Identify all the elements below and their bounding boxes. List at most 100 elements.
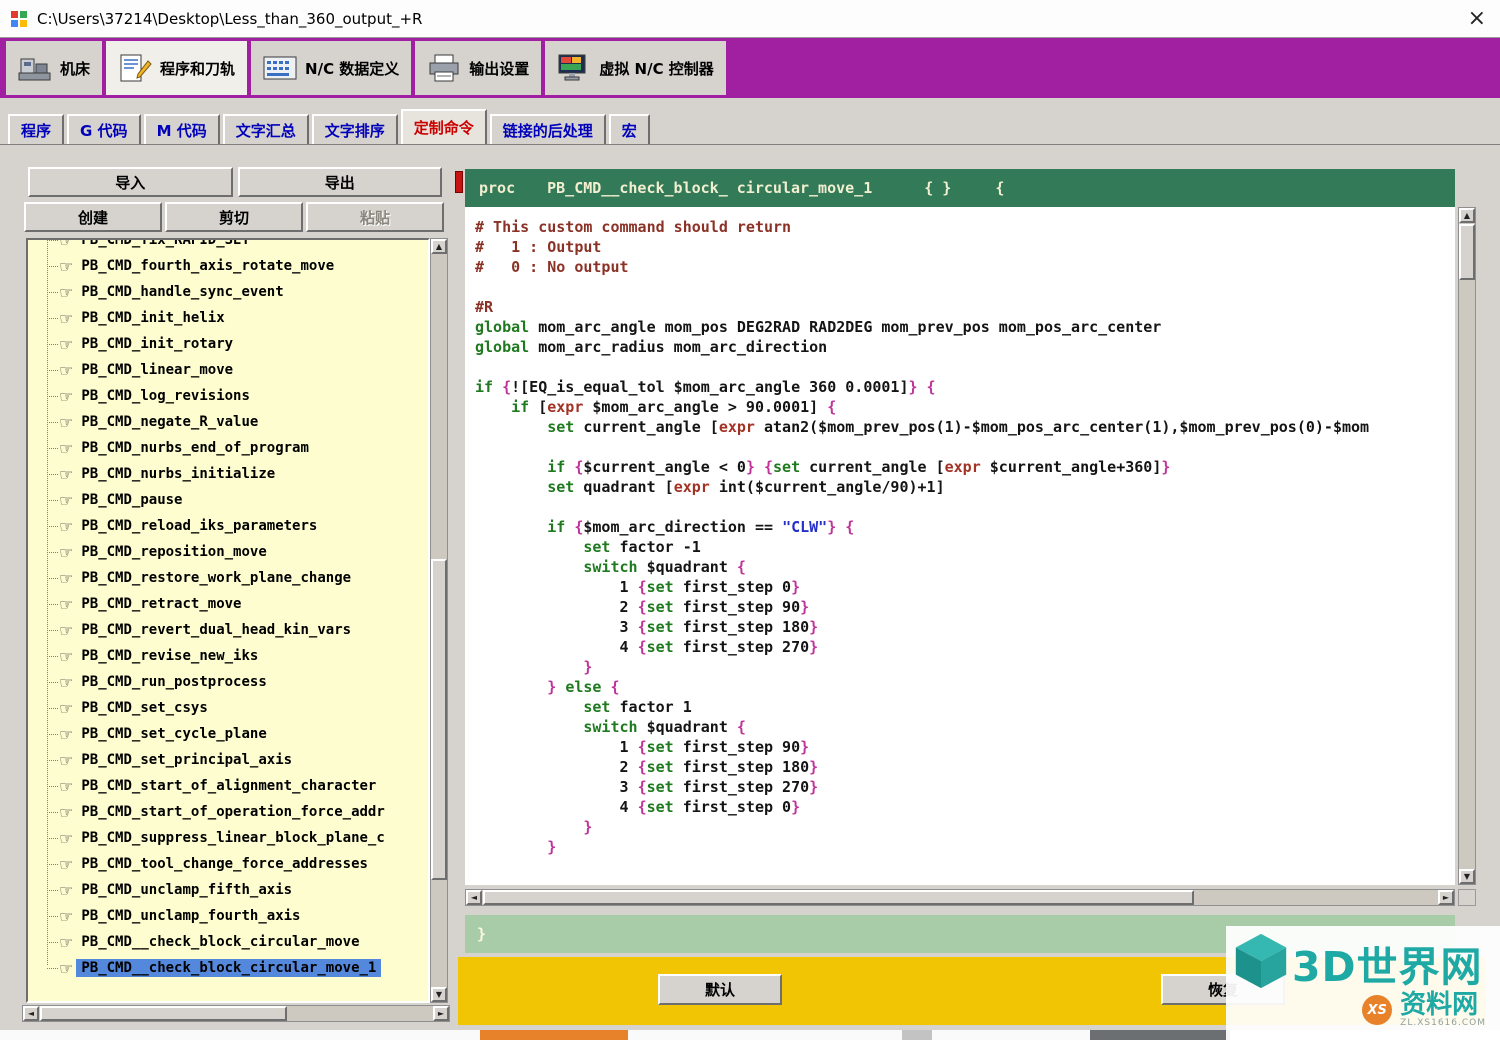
- tree-item[interactable]: ☞PB_CMD_set_cycle_plane: [40, 721, 428, 747]
- scroll-up-button[interactable]: ▲: [1459, 208, 1475, 223]
- tree-connector: [47, 448, 58, 449]
- code-hscrollbar-thumb[interactable]: [483, 890, 1194, 905]
- tree-item[interactable]: ☞PB_CMD_reposition_move: [40, 539, 428, 565]
- tab-label: 文字汇总: [236, 120, 296, 141]
- tree-item-label: PB_CMD_set_cycle_plane: [76, 725, 271, 743]
- tree-item[interactable]: ☞PB_CMD_reload_iks_parameters: [40, 513, 428, 539]
- tree-item[interactable]: ☞PB_CMD_set_csys: [40, 695, 428, 721]
- tree-item[interactable]: ☞PB_CMD_fix_RAPID_SET: [40, 238, 428, 253]
- tree-item[interactable]: ☞PB_CMD_unclamp_fifth_axis: [40, 877, 428, 903]
- title-bar: C:\Users\37214\Desktop\Less_than_360_out…: [0, 0, 1500, 38]
- scroll-up-button[interactable]: ▲: [431, 239, 447, 254]
- code-line: # 1 : Output: [475, 237, 1455, 257]
- code-horizontal-scrollbar[interactable]: ◄ ►: [465, 889, 1455, 906]
- drag-hand-icon: ☞: [59, 777, 73, 796]
- tree-item[interactable]: ☞PB_CMD_run_postprocess: [40, 669, 428, 695]
- scroll-down-button[interactable]: ▼: [431, 987, 447, 1002]
- tree-connector: [47, 604, 58, 605]
- code-scrollbar-thumb[interactable]: [1459, 224, 1475, 280]
- tree-vertical-scrollbar[interactable]: ▲ ▼: [430, 238, 448, 1003]
- tab-program-toolpath[interactable]: 程序和刀轨: [106, 41, 247, 95]
- command-tree[interactable]: ☞PB_CMD_fix_RAPID_SET☞PB_CMD_fourth_axis…: [26, 238, 430, 1003]
- tree-item[interactable]: ☞PB_CMD_linear_move: [40, 357, 428, 383]
- tree-item[interactable]: ☞PB_CMD_revert_dual_head_kin_vars: [40, 617, 428, 643]
- tree-item[interactable]: ☞PB_CMD_pause: [40, 487, 428, 513]
- drag-hand-icon: ☞: [59, 491, 73, 510]
- drag-hand-icon: ☞: [59, 647, 73, 666]
- tree-item[interactable]: ☞PB_CMD_start_of_alignment_character: [40, 773, 428, 799]
- tab-machine-tool[interactable]: 机床: [6, 41, 102, 95]
- tab-custom-command[interactable]: 定制命令: [401, 109, 487, 144]
- tree-item[interactable]: ☞PB_CMD_suppress_linear_block_plane_c: [40, 825, 428, 851]
- tree-item[interactable]: ☞PB_CMD_restore_work_plane_change: [40, 565, 428, 591]
- tree-horizontal-scrollbar[interactable]: ◄ ►: [22, 1005, 450, 1022]
- tab-word-summary[interactable]: 文字汇总: [223, 114, 309, 144]
- xs-badge-icon: XS: [1362, 995, 1392, 1025]
- tab-m-code[interactable]: M 代码: [144, 114, 220, 144]
- bottom-orange-segment: [480, 1030, 628, 1040]
- tab-linked-post[interactable]: 链接的后处理: [490, 114, 606, 144]
- export-button[interactable]: 导出: [238, 167, 443, 197]
- drag-hand-icon: ☞: [59, 517, 73, 536]
- tab-virtual-nc-controller[interactable]: 虚拟 N/C 控制器: [545, 41, 726, 95]
- tab-g-code[interactable]: G 代码: [67, 114, 141, 144]
- arrow-left-icon: ◄: [471, 893, 477, 902]
- code-editor[interactable]: # This custom command should return# 1 :…: [465, 207, 1455, 885]
- code-line: 4 {set first_step 270}: [475, 637, 1455, 657]
- arrow-down-icon: ▼: [436, 990, 442, 999]
- tree-item[interactable]: ☞PB_CMD_handle_sync_event: [40, 279, 428, 305]
- tree-connector: [47, 682, 58, 683]
- app-icon: [10, 10, 28, 28]
- tree-hscrollbar-thumb[interactable]: [40, 1006, 287, 1021]
- scroll-down-button[interactable]: ▼: [1459, 869, 1475, 884]
- tree-item[interactable]: ☞PB_CMD_nurbs_end_of_program: [40, 435, 428, 461]
- tree-item-label: PB_CMD_nurbs_end_of_program: [76, 439, 314, 457]
- create-button[interactable]: 创建: [24, 202, 162, 232]
- tree-item[interactable]: ☞PB_CMD_revise_new_iks: [40, 643, 428, 669]
- code-vertical-scrollbar[interactable]: ▲ ▼: [1458, 207, 1476, 885]
- default-button[interactable]: 默认: [658, 974, 782, 1005]
- scroll-right-button[interactable]: ►: [1438, 890, 1454, 905]
- tree-scrollbar-thumb[interactable]: [431, 559, 447, 879]
- tree-item[interactable]: ☞PB_CMD_retract_move: [40, 591, 428, 617]
- tree-connector: [47, 656, 58, 657]
- import-button[interactable]: 导入: [28, 167, 233, 197]
- cut-button[interactable]: 剪切: [165, 202, 303, 232]
- close-icon[interactable]: ×: [1468, 9, 1486, 29]
- tree-item[interactable]: ☞PB_CMD_negate_R_value: [40, 409, 428, 435]
- tab-program[interactable]: 程序: [8, 114, 64, 144]
- tab-word-sequencing[interactable]: 文字排序: [312, 114, 398, 144]
- tab-nc-data-definition[interactable]: N/C 数据定义: [251, 41, 411, 95]
- tree-item-label: PB_CMD_retract_move: [76, 595, 246, 613]
- tree-item[interactable]: ☞PB_CMD__check_block_circular_move_1: [40, 955, 428, 981]
- tree-item[interactable]: ☞PB_CMD_tool_change_force_addresses: [40, 851, 428, 877]
- tree-item-label: PB_CMD_tool_change_force_addresses: [76, 855, 373, 873]
- tree-item[interactable]: ☞PB_CMD_unclamp_fourth_axis: [40, 903, 428, 929]
- tree-item[interactable]: ☞PB_CMD__check_block_circular_move: [40, 929, 428, 955]
- tab-label: 程序和刀轨: [160, 58, 235, 79]
- tree-item[interactable]: ☞PB_CMD_fourth_axis_rotate_move: [40, 253, 428, 279]
- tree-item[interactable]: ☞PB_CMD_init_helix: [40, 305, 428, 331]
- tab-label: M 代码: [157, 120, 207, 141]
- drag-hand-icon: ☞: [59, 465, 73, 484]
- tree-connector: [47, 266, 58, 267]
- scrollbar-corner: [1458, 889, 1476, 906]
- scroll-right-button[interactable]: ►: [433, 1006, 449, 1021]
- tab-label: 宏: [622, 120, 637, 141]
- code-line: switch $quadrant {: [475, 557, 1455, 577]
- tree-item[interactable]: ☞PB_CMD_set_principal_axis: [40, 747, 428, 773]
- page-tab-bar: 程序 G 代码 M 代码 文字汇总 文字排序 定制命令 链接的后处理 宏: [0, 98, 1500, 145]
- tree-item[interactable]: ☞PB_CMD_nurbs_initialize: [40, 461, 428, 487]
- tree-item[interactable]: ☞PB_CMD_init_rotary: [40, 331, 428, 357]
- tree-item[interactable]: ☞PB_CMD_start_of_operation_force_addr: [40, 799, 428, 825]
- editor-grip-handle[interactable]: [455, 171, 463, 193]
- drag-hand-icon: ☞: [59, 413, 73, 432]
- tree-connector: [47, 630, 58, 631]
- tab-macro[interactable]: 宏: [609, 114, 650, 144]
- scroll-left-button[interactable]: ◄: [23, 1006, 39, 1021]
- tree-connector: [47, 890, 58, 891]
- scroll-left-button[interactable]: ◄: [466, 890, 482, 905]
- tree-item[interactable]: ☞PB_CMD_log_revisions: [40, 383, 428, 409]
- tab-output-settings[interactable]: 输出设置: [415, 41, 541, 95]
- tree-connector: [47, 760, 58, 761]
